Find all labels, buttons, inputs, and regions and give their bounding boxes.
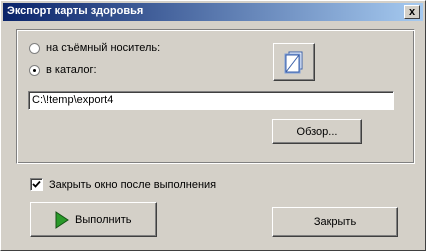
radio-removable-media-option[interactable]: на съёмный носитель: (29, 42, 160, 54)
close-window-button[interactable]: x (404, 5, 420, 19)
close-button-label: Закрыть (313, 216, 357, 228)
title-bar[interactable]: Экспорт карты здоровья x (3, 3, 423, 21)
close-after-run-checkbox[interactable] (30, 178, 43, 191)
close-icon: x (408, 6, 416, 18)
run-button-label: Выполнить (75, 213, 132, 226)
copy-button[interactable] (273, 43, 315, 81)
browse-button-label: Обзор... (296, 125, 338, 138)
radio-directory-label: в каталог: (46, 64, 97, 76)
play-triangle-icon (55, 210, 69, 229)
radio-removable-media[interactable] (29, 42, 40, 54)
close-after-run-option[interactable]: Закрыть окно после выполнения (30, 178, 216, 191)
radio-removable-media-label: на съёмный носитель: (46, 42, 161, 54)
export-health-card-dialog: Экспорт карты здоровья x на съёмный носи… (0, 0, 426, 251)
close-after-run-label: Закрыть окно после выполнения (49, 178, 217, 191)
close-button[interactable]: Закрыть (272, 207, 398, 237)
browse-button[interactable]: Обзор... (272, 119, 362, 144)
checkmark-icon (32, 180, 41, 188)
radio-directory[interactable] (29, 64, 40, 76)
run-button[interactable]: Выполнить (30, 202, 157, 237)
directory-path-input[interactable]: C:\!temp\export4 (28, 91, 394, 110)
radio-directory-option[interactable]: в каталог: (29, 64, 97, 76)
copy-pages-icon (284, 51, 303, 74)
window-title: Экспорт карты здоровья (7, 5, 144, 17)
